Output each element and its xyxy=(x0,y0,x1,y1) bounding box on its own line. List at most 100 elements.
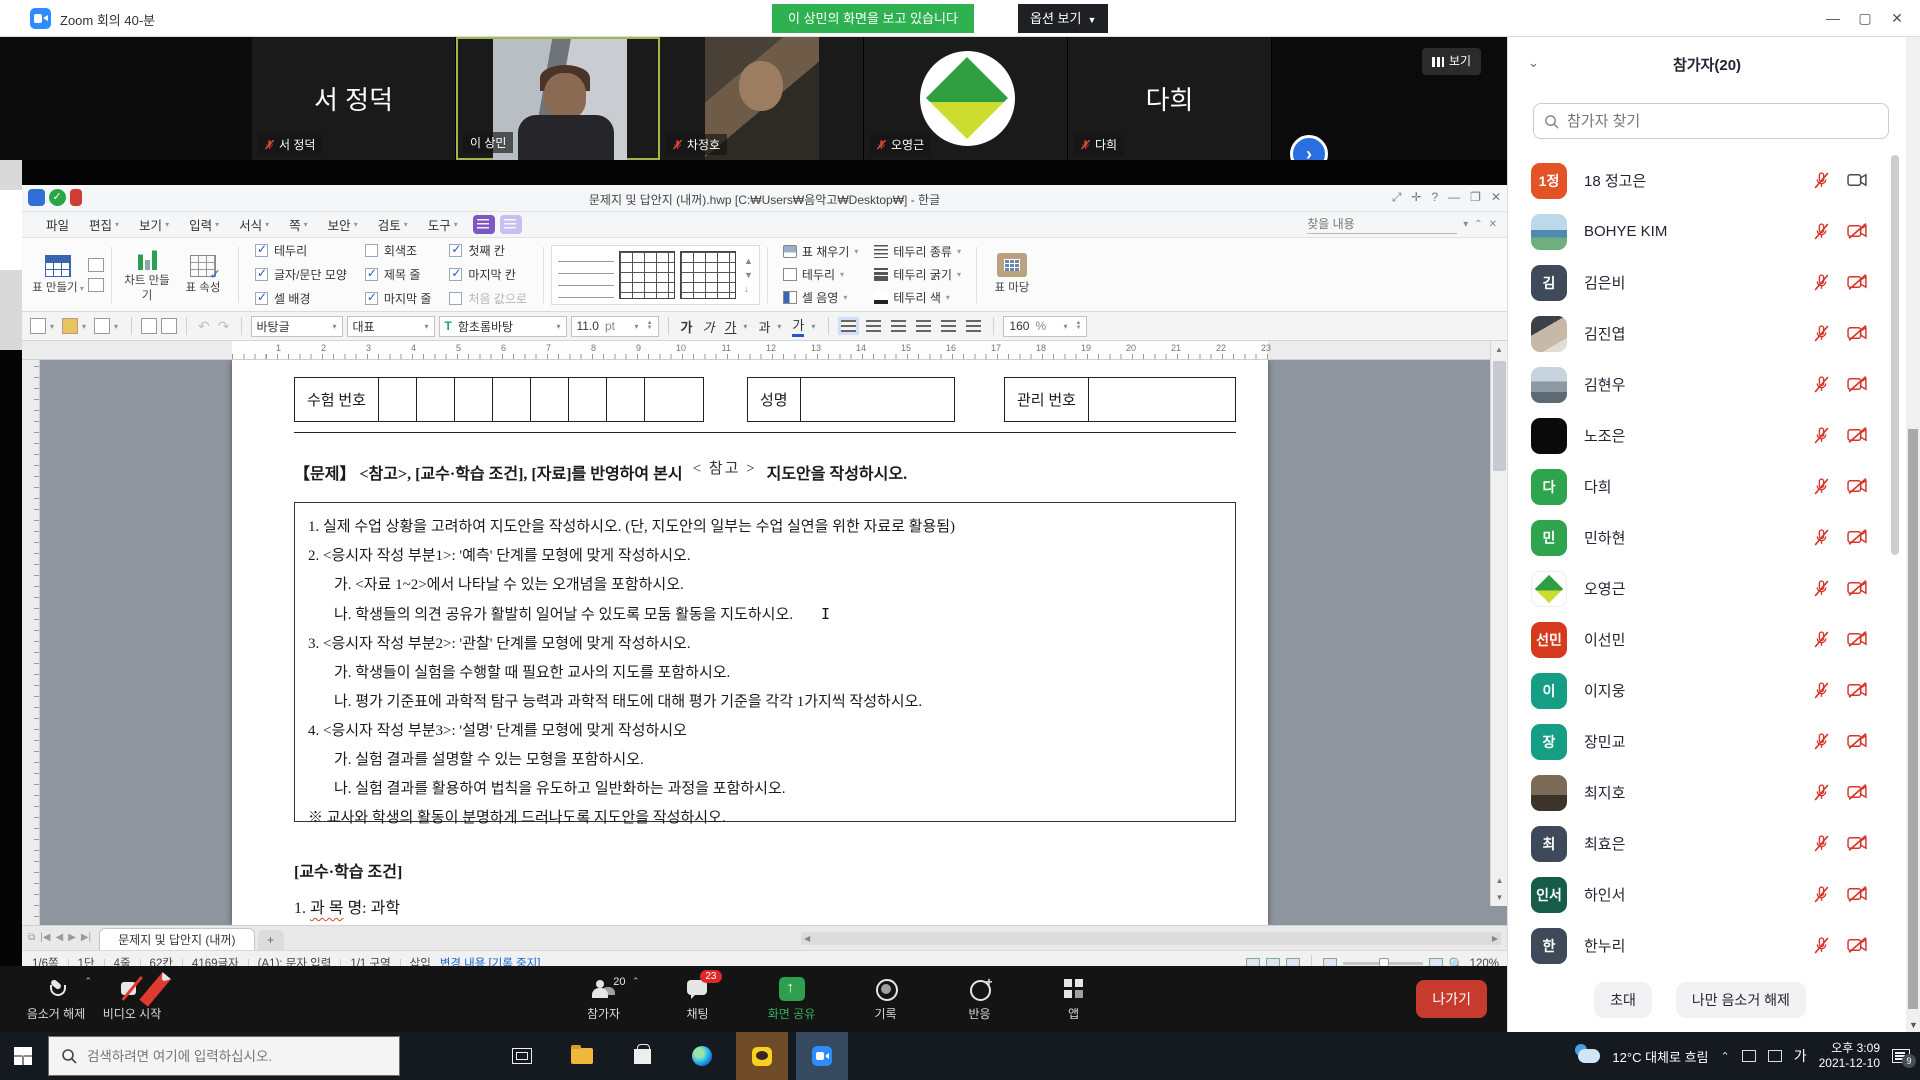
table-style-brush-icon[interactable] xyxy=(88,258,104,272)
action-center-icon[interactable]: 9 xyxy=(1892,1049,1910,1063)
bold-button[interactable]: 가 xyxy=(681,317,693,336)
participant-row[interactable]: 최 최효은 xyxy=(1508,818,1892,869)
menu-item[interactable]: 편집▾ xyxy=(79,215,129,234)
weather-text[interactable]: 12°C 대체로 흐림 xyxy=(1612,1047,1708,1066)
start-button[interactable] xyxy=(14,1047,32,1065)
edge-button[interactable] xyxy=(676,1032,728,1080)
task-view-button[interactable] xyxy=(496,1032,548,1080)
close-button[interactable]: ✕ xyxy=(1884,6,1910,30)
ribbon-checkbox[interactable]: 글자/문단 모양 xyxy=(255,266,347,283)
participant-row[interactable]: 최지호 xyxy=(1508,767,1892,818)
horizontal-scrollbar[interactable]: ◀▶ xyxy=(801,932,1501,945)
tray-device-icon[interactable] xyxy=(1768,1050,1782,1062)
toolbar-button[interactable]: 앱 xyxy=(1036,968,1112,1030)
minimize-button[interactable]: — xyxy=(1820,6,1846,30)
ribbon-checkbox[interactable]: 테두리 xyxy=(255,242,347,259)
document-area[interactable]: 수험 번호 성명 관리 번호 【문제】 <참고>, [교수·학습 xyxy=(22,360,1507,925)
ribbon-checkbox[interactable]: 셀 배경 xyxy=(255,290,347,307)
toolbar-layout-icon[interactable] xyxy=(500,215,522,234)
scrollbar-thumb[interactable] xyxy=(1493,361,1506,471)
manage-number-table[interactable]: 관리 번호 xyxy=(1004,377,1236,422)
taskbar-clock[interactable]: 오후 3:09 2021-12-10 xyxy=(1819,1041,1880,1071)
list-scrollbar-thumb[interactable] xyxy=(1891,155,1899,555)
maximize-button[interactable]: ▢ xyxy=(1852,6,1878,30)
next-page-icon[interactable]: ▼ xyxy=(1491,889,1508,906)
preview-icon[interactable] xyxy=(161,318,177,334)
leave-meeting-button[interactable]: 나가기 xyxy=(1416,980,1487,1018)
char-shadow-button[interactable]: 과 xyxy=(758,317,770,336)
table-copy-icon[interactable] xyxy=(88,278,104,292)
toolbar-button[interactable]: 채팅 23 xyxy=(660,968,736,1030)
participant-row[interactable]: 김진엽 xyxy=(1508,308,1892,359)
ribbon-button[interactable]: 테두리 굵기▾ xyxy=(874,266,961,283)
add-tab-button[interactable]: + xyxy=(258,930,284,950)
participant-row[interactable]: 오영근 xyxy=(1508,563,1892,614)
font-color-button[interactable]: 가 xyxy=(792,315,804,337)
close-icon[interactable]: ✕ xyxy=(1489,219,1497,230)
table-style-swatch[interactable] xyxy=(619,251,675,299)
paragraph-style-select[interactable]: 바탕글▾ xyxy=(251,316,343,337)
find-input[interactable] xyxy=(1307,215,1457,234)
ribbon-checkbox[interactable]: 처음 값으로 xyxy=(449,290,527,307)
hwp-window-control-button[interactable]: ✕ xyxy=(1491,190,1501,205)
table-style-gallery[interactable]: ▲▼↓ xyxy=(551,245,760,305)
invite-button[interactable]: 초대 xyxy=(1594,982,1652,1018)
zoom-select[interactable]: 160%▾▲▼ xyxy=(1003,316,1087,337)
chevron-down-icon[interactable]: ▾ xyxy=(1463,219,1468,230)
participant-row[interactable]: 김 김은비 xyxy=(1508,257,1892,308)
undo-icon[interactable]: ↶ xyxy=(198,318,210,335)
hwp-window-control-button[interactable]: ❐ xyxy=(1470,190,1481,205)
toolbar-toggle-icon[interactable] xyxy=(473,215,495,234)
ribbon-button[interactable]: 표 채우기▾ xyxy=(783,243,859,260)
name-table[interactable]: 성명 xyxy=(747,377,955,422)
taskbar-search[interactable] xyxy=(48,1036,400,1076)
table-style-swatch[interactable] xyxy=(558,251,614,299)
line-spacing-button[interactable] xyxy=(941,320,956,332)
ribbon-checkbox[interactable]: 제목 줄 xyxy=(365,266,432,283)
video-tile[interactable]: 서 정덕 서 정덕 xyxy=(252,37,456,160)
hwp-window-control-button[interactable]: ⤢ xyxy=(1392,190,1402,205)
new-document-icon[interactable] xyxy=(30,318,46,334)
chart-create-button[interactable]: 차트 만들기 xyxy=(119,246,175,304)
gallery-expand-icon[interactable]: ↓ xyxy=(744,284,753,294)
participant-search-input[interactable] xyxy=(1567,113,1857,130)
font-size-select[interactable]: 11.0pt▾▲▼ xyxy=(571,316,659,337)
participant-row[interactable]: 다 다희 xyxy=(1508,461,1892,512)
next-tab-icon[interactable]: ▶ xyxy=(68,932,76,943)
redo-icon[interactable]: ↷ xyxy=(218,318,230,335)
participant-row[interactable]: 선민 이선민 xyxy=(1508,614,1892,665)
document-tab[interactable]: 문제지 및 답안지 (내꺼) xyxy=(99,928,254,950)
scroll-down-icon[interactable]: ▼ xyxy=(1909,1020,1918,1030)
participant-row[interactable]: 장 장민교 xyxy=(1508,716,1892,767)
scroll-up-icon[interactable]: ▲ xyxy=(1491,341,1507,358)
align-center-button[interactable] xyxy=(891,320,906,332)
participant-row[interactable]: 1정 18 정고은 xyxy=(1508,155,1892,206)
video-tile[interactable]: 오영근 xyxy=(864,37,1068,160)
toolbar-button[interactable]: 음소거 해제 ⌃ xyxy=(18,968,94,1030)
file-explorer-button[interactable] xyxy=(556,1032,608,1080)
participant-row[interactable]: 한 한누리 xyxy=(1508,920,1892,971)
participant-row[interactable]: 인서 하인서 xyxy=(1508,869,1892,920)
ribbon-button[interactable]: 테두리▾ xyxy=(783,266,859,283)
menu-item[interactable]: 보안▾ xyxy=(318,215,368,234)
hwp-window-control-button[interactable]: — xyxy=(1448,190,1460,205)
style-preset-select[interactable]: 대표▾ xyxy=(347,316,435,337)
table-style-swatch[interactable] xyxy=(680,251,736,299)
hwp-window-control-button[interactable]: ? xyxy=(1431,190,1438,205)
table-create-button[interactable]: 표 만들기 ▾ xyxy=(30,253,86,296)
align-justify-button[interactable] xyxy=(841,320,856,332)
gallery-view-button[interactable]: 보기 xyxy=(1422,48,1481,75)
menu-item[interactable]: 보기▾ xyxy=(129,215,179,234)
chevron-up-icon[interactable]: ⌃ xyxy=(84,976,92,987)
menu-item[interactable]: 서식▾ xyxy=(229,215,279,234)
toolbar-button[interactable]: 참가자 20 ⌃ xyxy=(566,968,642,1030)
ribbon-button[interactable]: 셀 음영▾ xyxy=(783,289,859,306)
print-icon[interactable] xyxy=(141,318,157,334)
menu-item[interactable]: 쪽▾ xyxy=(279,215,318,234)
ribbon-checkbox[interactable]: 첫째 칸 xyxy=(449,242,527,259)
align-left-button[interactable] xyxy=(866,320,881,332)
video-tile[interactable]: 차정호 xyxy=(660,37,864,160)
gallery-up-icon[interactable]: ▲ xyxy=(744,256,753,266)
document-page[interactable]: 수험 번호 성명 관리 번호 【문제】 <참고>, [교수·학습 xyxy=(232,360,1268,925)
first-tab-icon[interactable]: |◀ xyxy=(40,932,50,943)
